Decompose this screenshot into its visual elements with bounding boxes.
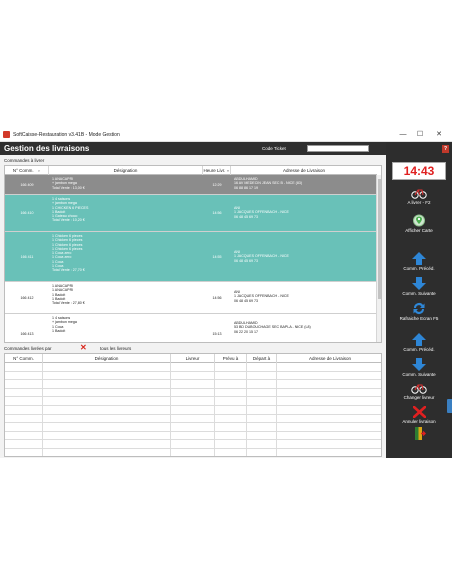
help-icon[interactable]: ? bbox=[442, 145, 449, 153]
previous-delivered-order-button[interactable]: Comm. Précéd. bbox=[386, 333, 452, 352]
empty-table-row[interactable] bbox=[5, 406, 381, 415]
side-tab-handle[interactable] bbox=[447, 399, 452, 413]
ticket-code-input[interactable] bbox=[307, 145, 369, 152]
order-designation: 1 Chicken 6 pieces 1 Chicken 6 pieces 1 … bbox=[52, 234, 85, 273]
next-delivered-order-button[interactable]: Comm. Suivante bbox=[386, 358, 452, 377]
order-address: ABDULHAMID 53 BD DUBOUCHAGE SEC BAPLA - … bbox=[234, 321, 311, 334]
clear-filter-x-icon[interactable]: ✕ bbox=[80, 344, 87, 352]
column-header-address[interactable]: Adresse de Livraison bbox=[231, 166, 377, 175]
order-row[interactable]: 166 410 1 4 saisons + jambon mega 1 CHIC… bbox=[5, 195, 377, 232]
order-address: ANI 1 JACQUES OFFENBACH - NICE 06 48 45 … bbox=[234, 250, 289, 263]
empty-table-row[interactable] bbox=[5, 372, 381, 381]
minimize-button[interactable]: — bbox=[396, 130, 410, 140]
delivered-orders-grid: N° Comm. Désignation Livreur Prévu à Dép… bbox=[4, 353, 382, 457]
order-time: 14:56 bbox=[212, 211, 222, 215]
show-map-button[interactable]: Afficher Carte bbox=[386, 214, 452, 233]
exit-button[interactable] bbox=[386, 427, 452, 440]
arrow-down-icon bbox=[412, 277, 426, 290]
refresh-icon bbox=[413, 303, 425, 314]
order-time: 14:56 bbox=[212, 295, 222, 300]
order-number: 166 410 bbox=[20, 211, 34, 215]
page-header: Gestion des livraisons Code Ticket bbox=[0, 142, 386, 155]
cancel-x-icon bbox=[412, 406, 426, 418]
order-designation: 1 ANACAPRI + jambon mega Total Vente : 1… bbox=[52, 177, 85, 190]
column-header-order-number[interactable]: N° Comm. bbox=[5, 354, 43, 363]
orders-to-deliver-grid: N° Comm. ⌕ Désignation Heure Livr. ▼ Adr… bbox=[4, 165, 382, 343]
order-designation: 1 4 saisons + jambon mega 1 Coca 1 Badoi… bbox=[52, 316, 77, 333]
order-designation: 1 ANACAPRI 1 ANACAPRI 1 Badoit 1 Badoit … bbox=[52, 284, 85, 306]
cancel-delivery-button[interactable]: Annuler livraison bbox=[386, 406, 452, 424]
empty-table-row[interactable] bbox=[5, 415, 381, 424]
order-number: 166 411 bbox=[20, 254, 34, 259]
column-header-designation[interactable]: Désignation bbox=[49, 166, 203, 175]
driver-filter-label[interactable]: tous les livreurs bbox=[100, 346, 131, 351]
exit-door-icon bbox=[415, 427, 426, 440]
column-header-address[interactable]: Adresse de Livraison bbox=[277, 354, 381, 363]
empty-table-row[interactable] bbox=[5, 363, 381, 372]
order-time: 15:13 bbox=[212, 331, 222, 336]
column-header-delivery-time[interactable]: Heure Livr. ▼ bbox=[203, 166, 231, 175]
column-header-order-number[interactable]: N° Comm. ⌕ bbox=[5, 166, 49, 175]
arrow-down-icon bbox=[412, 358, 426, 371]
next-order-button[interactable]: Comm. Suivante bbox=[386, 277, 452, 296]
delivered-grid-header: N° Comm. Désignation Livreur Prévu à Dép… bbox=[5, 354, 381, 363]
orders-scrollbar-thumb[interactable] bbox=[378, 179, 381, 299]
order-row[interactable]: 166 413 1 4 saisons + jambon mega 1 Coca… bbox=[5, 314, 377, 342]
order-address: ANI 1 JACQUES OFFENBACH - NICE 06 48 45 … bbox=[234, 290, 289, 303]
title-bar: SoftCaisse-Restauration v3.41B - Mode Ge… bbox=[0, 128, 452, 142]
arrow-up-icon bbox=[412, 333, 426, 346]
ticket-code-label: Code Ticket bbox=[262, 146, 286, 151]
close-button[interactable]: ✕ bbox=[432, 130, 446, 140]
order-number: 166 413 bbox=[20, 331, 34, 336]
empty-table-row[interactable] bbox=[5, 389, 381, 398]
column-header-driver[interactable]: Livreur bbox=[171, 354, 215, 363]
column-header-departed-at[interactable]: Départ à bbox=[247, 354, 277, 363]
action-sidebar: ? 14:43 A livrer - F2 Afficher Carte Com… bbox=[386, 142, 452, 458]
page-title: Gestion des livraisons bbox=[4, 144, 90, 153]
refresh-screen-button[interactable]: Rafraiche Ecran F5 bbox=[386, 302, 452, 321]
order-number: 166 412 bbox=[20, 295, 34, 300]
order-address: ANI 1 JACQUES OFFENBACH - NICE 06 48 45 … bbox=[234, 206, 289, 219]
delivered-section-label: Commandes livrées par bbox=[4, 346, 52, 351]
app-window: SoftCaisse-Restauration v3.41B - Mode Ge… bbox=[0, 128, 452, 458]
empty-table-row[interactable] bbox=[5, 397, 381, 406]
main-panel: Gestion des livraisons Code Ticket Comma… bbox=[0, 142, 386, 458]
to-deliver-button[interactable]: A livrer - F2 bbox=[386, 188, 452, 205]
empty-table-row[interactable] bbox=[5, 440, 381, 449]
maximize-button[interactable]: ☐ bbox=[413, 130, 427, 140]
order-row[interactable]: 166 412 1 ANACAPRI 1 ANACAPRI 1 Badoit 1… bbox=[5, 282, 377, 314]
bicycle-icon bbox=[411, 384, 427, 394]
arrow-up-icon bbox=[412, 252, 426, 265]
change-driver-button[interactable]: Changer livreur bbox=[386, 383, 452, 400]
app-logo-icon bbox=[3, 131, 10, 138]
order-row[interactable]: 166 409 1 ANACAPRI + jambon mega Total V… bbox=[5, 175, 377, 195]
previous-order-button[interactable]: Comm. Précéd. bbox=[386, 252, 452, 271]
order-number: 166 409 bbox=[20, 182, 34, 187]
empty-table-row[interactable] bbox=[5, 423, 381, 432]
column-header-designation[interactable]: Désignation bbox=[43, 354, 171, 363]
order-time: 14:55 bbox=[212, 254, 222, 259]
order-time: 12:29 bbox=[212, 182, 222, 187]
orders-scrollbar[interactable] bbox=[376, 175, 381, 342]
window-title: SoftCaisse-Restauration v3.41B - Mode Ge… bbox=[13, 132, 120, 138]
map-icon bbox=[413, 214, 425, 227]
order-address: ABDULHAMID 16 AV MEDECIN JEAN SEC B - NI… bbox=[234, 177, 303, 190]
orders-section-label: Commandes à livrer bbox=[4, 158, 45, 163]
bicycle-icon bbox=[411, 189, 427, 199]
order-row[interactable]: 166 411 1 Chicken 6 pieces 1 Chicken 6 p… bbox=[5, 232, 377, 282]
clock-display: 14:43 bbox=[392, 162, 446, 180]
search-icon[interactable]: ⌕ bbox=[38, 168, 40, 173]
column-header-planned-at[interactable]: Prévu à bbox=[215, 354, 247, 363]
sort-down-icon: ▼ bbox=[226, 169, 230, 173]
orders-grid-header: N° Comm. ⌕ Désignation Heure Livr. ▼ Adr… bbox=[5, 166, 377, 175]
empty-table-row[interactable] bbox=[5, 432, 381, 441]
empty-table-row[interactable] bbox=[5, 380, 381, 389]
order-designation: 1 4 saisons + jambon mega 1 CHICKEN 6 PI… bbox=[52, 197, 89, 223]
